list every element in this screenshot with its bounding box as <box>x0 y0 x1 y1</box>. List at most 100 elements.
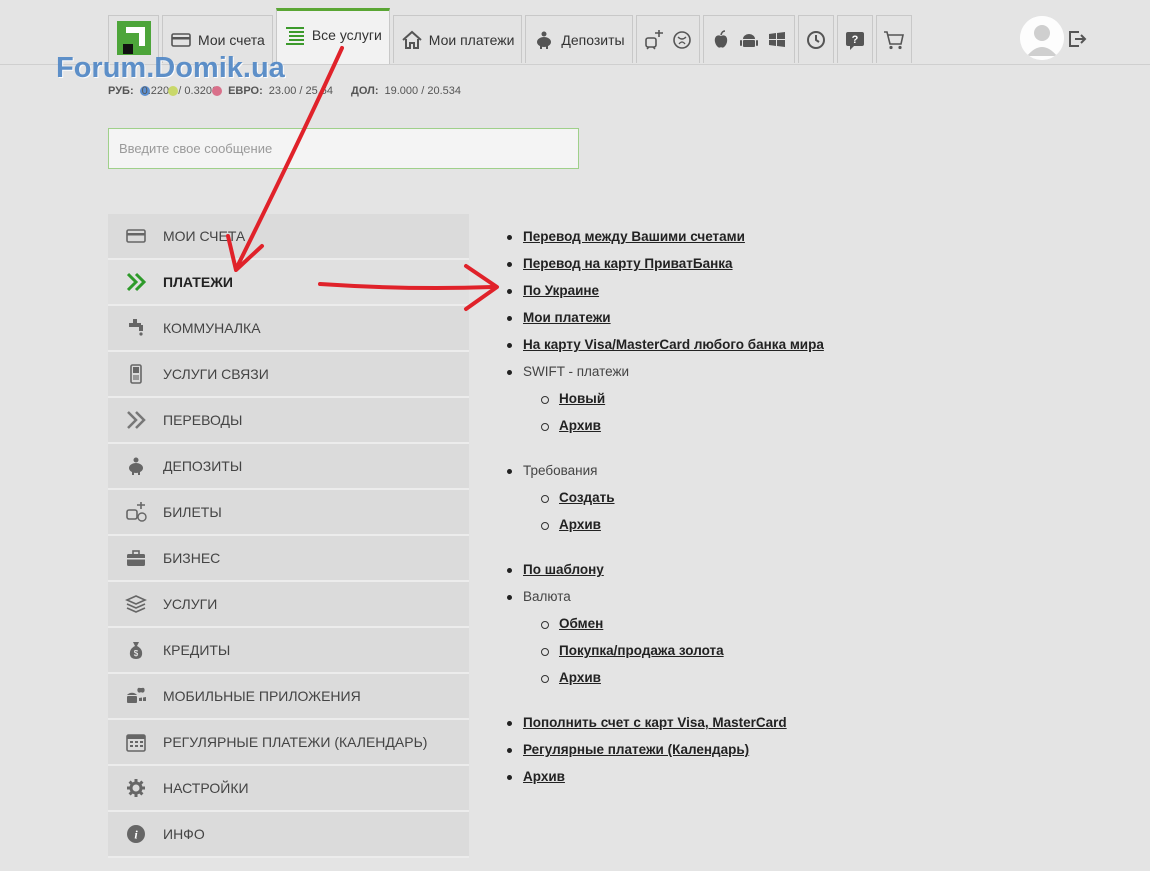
tickets-icon <box>108 501 163 523</box>
logout-button[interactable] <box>1067 28 1087 50</box>
avatar[interactable] <box>1020 16 1064 60</box>
sidebar-item-label: МОБИЛЬНЫЕ ПРИЛОЖЕНИЯ <box>163 688 361 704</box>
help-icon: ? <box>844 29 866 51</box>
link-swift-new[interactable]: Новый <box>559 391 605 406</box>
link-currency-archive[interactable]: Архив <box>559 670 601 685</box>
sidebar-item-label: ПЛАТЕЖИ <box>163 274 233 290</box>
tab-label: Мои счета <box>198 31 265 48</box>
svg-text:$: $ <box>133 649 138 658</box>
list-item: Архив <box>505 767 824 794</box>
link-by-template[interactable]: По шаблону <box>523 562 604 577</box>
sidebar-item-services[interactable]: УСЛУГИ <box>108 582 469 628</box>
link-ukraine[interactable]: По Украине <box>523 283 599 298</box>
list-item: Мои платежи <box>505 308 824 335</box>
swift-heading: SWIFT - платежи <box>523 364 630 379</box>
sidebar-item-label: НАСТРОЙКИ <box>163 780 249 796</box>
sidebar-item-utilities[interactable]: КОММУНАЛКА <box>108 306 469 352</box>
link-transfer-own-accounts[interactable]: Перевод между Вашими счетами <box>523 229 745 244</box>
links-list: Перевод между Вашими счетами Перевод на … <box>505 227 824 794</box>
link-archive[interactable]: Архив <box>523 769 565 784</box>
list-item: SWIFT - платежи <box>505 362 824 389</box>
tab-all-services[interactable]: Все услуги <box>275 8 390 64</box>
tab-deposits[interactable]: Депозиты <box>525 15 633 63</box>
briefcase-icon <box>108 547 163 569</box>
transfer-icon <box>108 409 163 431</box>
usd-label: ДОЛ: <box>351 85 379 97</box>
link-requirements-archive[interactable]: Архив <box>559 517 601 532</box>
list-item: Валюта <box>505 587 824 614</box>
sidebar-item-tickets[interactable]: БИЛЕТЫ <box>108 490 469 536</box>
tab-label: Все услуги <box>311 26 382 43</box>
page: Мои счета Все услуги Мои платежи Депозит… <box>0 0 1150 871</box>
link-swift-archive[interactable]: Архив <box>559 418 601 433</box>
list-item: Обмен <box>505 614 824 641</box>
globe-icon <box>671 29 693 51</box>
history-icon <box>805 29 827 51</box>
list-item: Перевод на карту ПриватБанка <box>505 254 824 281</box>
currency-heading: Валюта <box>523 589 571 604</box>
calendar-icon <box>108 731 163 753</box>
windows-icon <box>766 29 788 51</box>
money-bag-icon: $ <box>108 639 163 661</box>
tab-help[interactable]: ? <box>836 15 873 63</box>
sidebar-item-label: КРЕДИТЫ <box>163 642 231 658</box>
link-topup-visa-mastercard[interactable]: Пополнить счет с карт Visa, MasterCard <box>523 715 787 730</box>
piggy-bank-icon <box>533 29 555 51</box>
card-icon <box>108 225 163 247</box>
link-currency-exchange[interactable]: Обмен <box>559 616 603 631</box>
link-visa-mastercard[interactable]: На карту Visa/MasterCard любого банка ми… <box>523 337 824 352</box>
sidebar-item-label: УСЛУГИ <box>163 596 218 612</box>
tab-history[interactable] <box>797 15 834 63</box>
sidebar-item-transfers[interactable]: ПЕРЕВОДЫ <box>108 398 469 444</box>
list-item: Архив <box>505 668 824 695</box>
box-icon <box>108 593 163 615</box>
sidebar-item-deposits[interactable]: ДЕПОЗИТЫ <box>108 444 469 490</box>
link-requirements-create[interactable]: Создать <box>559 490 615 505</box>
gear-icon <box>108 777 163 799</box>
double-chevron-icon <box>108 271 163 293</box>
sidebar-item-label: ИНФО <box>163 826 205 842</box>
sidebar-item-regular-payments[interactable]: РЕГУЛЯРНЫЕ ПЛАТЕЖИ (КАЛЕНДАРЬ) <box>108 720 469 766</box>
sidebar-item-business[interactable]: БИЗНЕС <box>108 536 469 582</box>
sidebar-item-settings[interactable]: НАСТРОЙКИ <box>108 766 469 812</box>
tab-tickets[interactable] <box>635 15 700 63</box>
sidebar-item-credits[interactable]: $ КРЕДИТЫ <box>108 628 469 674</box>
arrow-to-ukraine-head <box>464 264 499 311</box>
link-my-payments[interactable]: Мои платежи <box>523 310 611 325</box>
sidebar: МОИ СЧЕТА ПЛАТЕЖИ КОММУНАЛКА УСЛУГИ СВЯЗ… <box>108 214 469 858</box>
list-item: Покупка/продажа золота <box>505 641 824 668</box>
train-plane-icon <box>643 29 665 51</box>
tab-mobile-apps[interactable] <box>702 15 795 63</box>
list-item: По Украине <box>505 281 824 308</box>
sidebar-item-mobile-apps[interactable]: МОБИЛЬНЫЕ ПРИЛОЖЕНИЯ <box>108 674 469 720</box>
cart-icon <box>883 29 905 51</box>
svg-text:?: ? <box>851 34 858 46</box>
exchange-rates: РУБ: 0.2200 / 0.3200 ЕВРО: 23.00 / 25.64… <box>108 85 473 97</box>
info-icon: i <box>108 823 163 845</box>
sidebar-item-label: КОММУНАЛКА <box>163 320 261 336</box>
link-transfer-privat-card[interactable]: Перевод на карту ПриватБанка <box>523 256 733 271</box>
sidebar-item-my-accounts[interactable]: МОИ СЧЕТА <box>108 214 469 260</box>
requirements-heading: Требования <box>523 463 598 478</box>
tab-cart[interactable] <box>875 15 912 63</box>
sidebar-item-telecom[interactable]: УСЛУГИ СВЯЗИ <box>108 352 469 398</box>
sidebar-item-info[interactable]: i ИНФО <box>108 812 469 858</box>
list-item: Перевод между Вашими счетами <box>505 227 824 254</box>
card-icon <box>170 29 192 51</box>
sidebar-item-label: МОИ СЧЕТА <box>163 228 246 244</box>
sidebar-item-label: ДЕПОЗИТЫ <box>163 458 243 474</box>
list-item: Пополнить счет с карт Visa, MasterCard <box>505 713 824 740</box>
tab-label: Мои платежи <box>428 31 515 48</box>
message-input[interactable] <box>108 128 579 169</box>
list-icon <box>284 24 306 46</box>
link-regular-payments[interactable]: Регулярные платежи (Календарь) <box>523 742 749 757</box>
list-item: Создать <box>505 488 824 515</box>
sidebar-item-label: БИЗНЕС <box>163 550 221 566</box>
link-gold-trade[interactable]: Покупка/продажа золота <box>559 643 724 658</box>
sidebar-item-label: УСЛУГИ СВЯЗИ <box>163 366 269 382</box>
tab-my-payments[interactable]: Мои платежи <box>392 15 523 63</box>
sidebar-item-payments[interactable]: ПЛАТЕЖИ <box>108 260 469 306</box>
